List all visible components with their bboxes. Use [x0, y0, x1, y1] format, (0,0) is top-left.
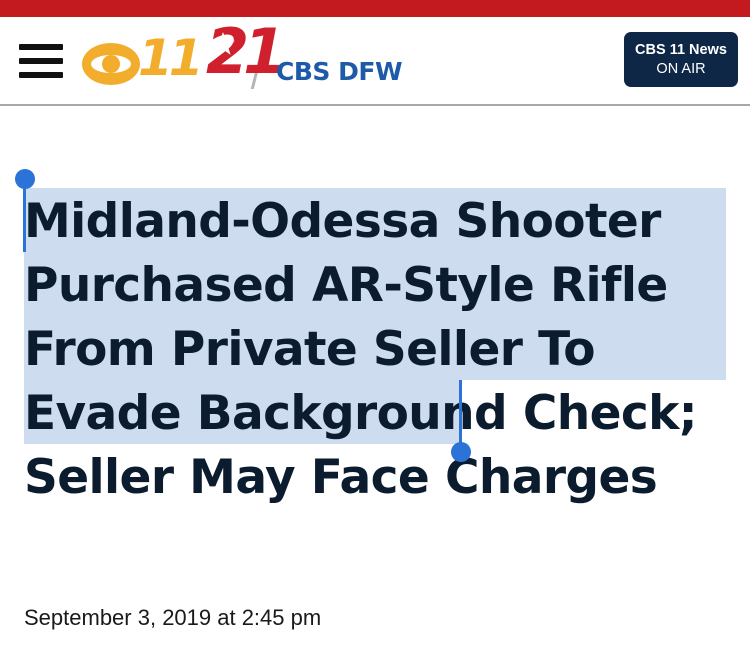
article-dateline: September 3, 2019 at 2:45 pm	[24, 605, 322, 630]
selection-start-bar	[23, 186, 26, 252]
star-icon	[211, 32, 235, 55]
on-air-button[interactable]: CBS 11 News ON AIR	[624, 32, 738, 87]
selection-end-handle-icon[interactable]	[451, 442, 471, 462]
article-header: Midland-Odessa Shooter Purchased AR-Styl…	[0, 106, 750, 646]
on-air-status: ON AIR	[656, 61, 706, 77]
cbs-eye-icon	[82, 43, 140, 85]
hamburger-menu-icon[interactable]	[19, 44, 63, 78]
top-accent-bar	[0, 0, 750, 17]
article-headline[interactable]: Midland-Odessa Shooter Purchased AR-Styl…	[24, 190, 734, 510]
on-air-title: CBS 11 News	[635, 42, 727, 58]
selection-end-bar	[459, 380, 462, 446]
site-header: 11 21 CBS DFW CBS 11 News ON AIR	[0, 17, 750, 106]
logo-cbs-dfw: CBS DFW	[276, 57, 403, 86]
selection-start-handle-icon[interactable]	[15, 169, 35, 189]
logo-eleven: 11	[138, 29, 204, 87]
site-logo[interactable]: 11 21 CBS DFW	[80, 21, 420, 93]
